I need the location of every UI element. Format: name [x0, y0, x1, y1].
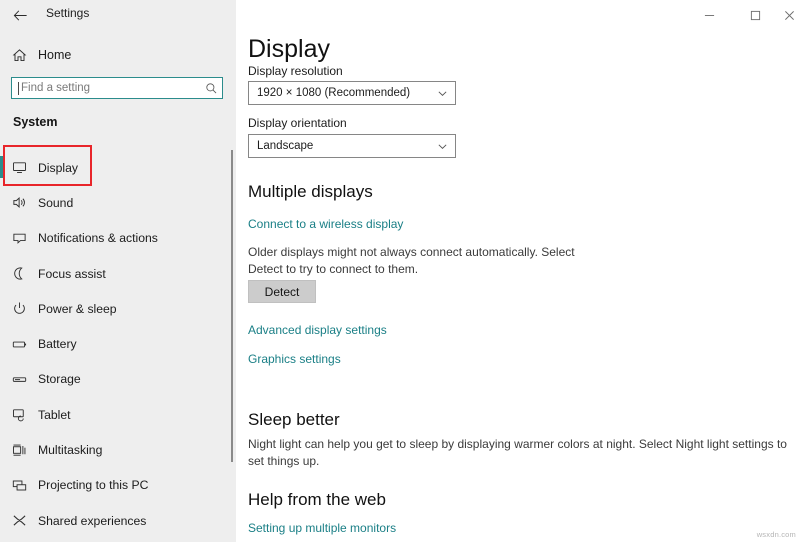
sidebar-item-label: Tablet [38, 408, 71, 422]
window-controls [686, 0, 800, 30]
sidebar-item-tablet[interactable]: Tablet [0, 397, 236, 432]
sleep-better-heading: Sleep better [248, 410, 340, 430]
maximize-button[interactable] [732, 0, 778, 30]
close-button[interactable] [778, 0, 800, 30]
project-icon [0, 478, 38, 493]
sidebar-scrollbar[interactable] [231, 150, 233, 462]
display-resolution-dropdown[interactable]: 1920 × 1080 (Recommended) [248, 81, 456, 105]
sidebar-item-sound[interactable]: Sound [0, 185, 236, 220]
sidebar-item-focus-assist[interactable]: Focus assist [0, 256, 236, 291]
display-resolution-value: 1920 × 1080 (Recommended) [257, 87, 429, 99]
sidebar-item-shared-experiences[interactable]: Shared experiences [0, 503, 236, 538]
sidebar-group-title: System [13, 115, 57, 129]
sidebar-item-label: Focus assist [38, 267, 106, 281]
connect-wireless-display-link[interactable]: Connect to a wireless display [248, 217, 403, 231]
sleep-better-description: Night light can help you get to sleep by… [248, 436, 793, 470]
display-orientation-value: Landscape [257, 140, 429, 152]
detect-button[interactable]: Detect [248, 280, 316, 303]
selection-indicator [0, 156, 3, 178]
speaker-icon [0, 195, 38, 210]
sidebar-nav-list: Display Sound [0, 150, 236, 538]
sidebar-item-home[interactable]: Home [0, 43, 236, 67]
display-resolution-label: Display resolution [248, 64, 343, 78]
storage-icon [0, 372, 38, 387]
sidebar-item-label: Multitasking [38, 443, 102, 457]
chevron-down-icon [429, 88, 455, 99]
sidebar-item-label: Display [38, 161, 78, 175]
search-icon[interactable] [200, 82, 222, 95]
setting-up-multiple-monitors-link[interactable]: Setting up multiple monitors [248, 521, 396, 535]
sidebar-item-label: Notifications & actions [38, 231, 158, 245]
page-title: Display [248, 34, 340, 64]
home-icon [0, 48, 38, 63]
older-displays-description: Older displays might not always connect … [248, 244, 588, 278]
tablet-icon [0, 407, 38, 422]
sidebar-item-projecting[interactable]: Projecting to this PC [0, 468, 236, 503]
watermark: wsxdn.com [757, 530, 796, 539]
sidebar-item-label: Storage [38, 372, 81, 386]
graphics-settings-link[interactable]: Graphics settings [248, 352, 341, 366]
search-input-wrapper[interactable] [11, 77, 223, 99]
sidebar-item-label: Battery [38, 337, 77, 351]
back-arrow-icon[interactable] [8, 4, 32, 26]
sidebar-item-display[interactable]: Display [0, 150, 236, 185]
sidebar-item-label: Shared experiences [38, 514, 146, 528]
sidebar-item-power-sleep[interactable]: Power & sleep [0, 291, 236, 326]
chevron-down-icon [429, 141, 455, 152]
sidebar-item-storage[interactable]: Storage [0, 362, 236, 397]
window-title: Settings [46, 6, 89, 20]
battery-icon [0, 337, 38, 352]
advanced-display-settings-link[interactable]: Advanced display settings [248, 323, 387, 337]
help-from-web-heading: Help from the web [248, 490, 386, 510]
monitor-icon [0, 160, 38, 175]
moon-icon [0, 266, 38, 281]
settings-window: Home System [0, 0, 800, 542]
sidebar-item-label: Power & sleep [38, 302, 117, 316]
multitasking-icon [0, 443, 38, 458]
sidebar-item-notifications[interactable]: Notifications & actions [0, 221, 236, 256]
notification-icon [0, 231, 38, 246]
search-input[interactable] [19, 78, 200, 98]
sidebar-item-label: Projecting to this PC [38, 478, 148, 492]
sidebar-item-multitasking[interactable]: Multitasking [0, 432, 236, 467]
sidebar-scroll-region: Home System [0, 0, 236, 542]
multiple-displays-heading: Multiple displays [248, 182, 373, 202]
power-icon [0, 301, 38, 316]
share-icon [0, 513, 38, 528]
sidebar: Home System [0, 0, 236, 542]
sidebar-item-label: Sound [38, 196, 73, 210]
display-orientation-dropdown[interactable]: Landscape [248, 134, 456, 158]
main-content: Display resolution 1920 × 1080 (Recommen… [236, 0, 800, 542]
minimize-button[interactable] [686, 0, 732, 30]
display-orientation-label: Display orientation [248, 116, 347, 130]
home-label: Home [38, 48, 71, 62]
sidebar-item-battery[interactable]: Battery [0, 326, 236, 361]
